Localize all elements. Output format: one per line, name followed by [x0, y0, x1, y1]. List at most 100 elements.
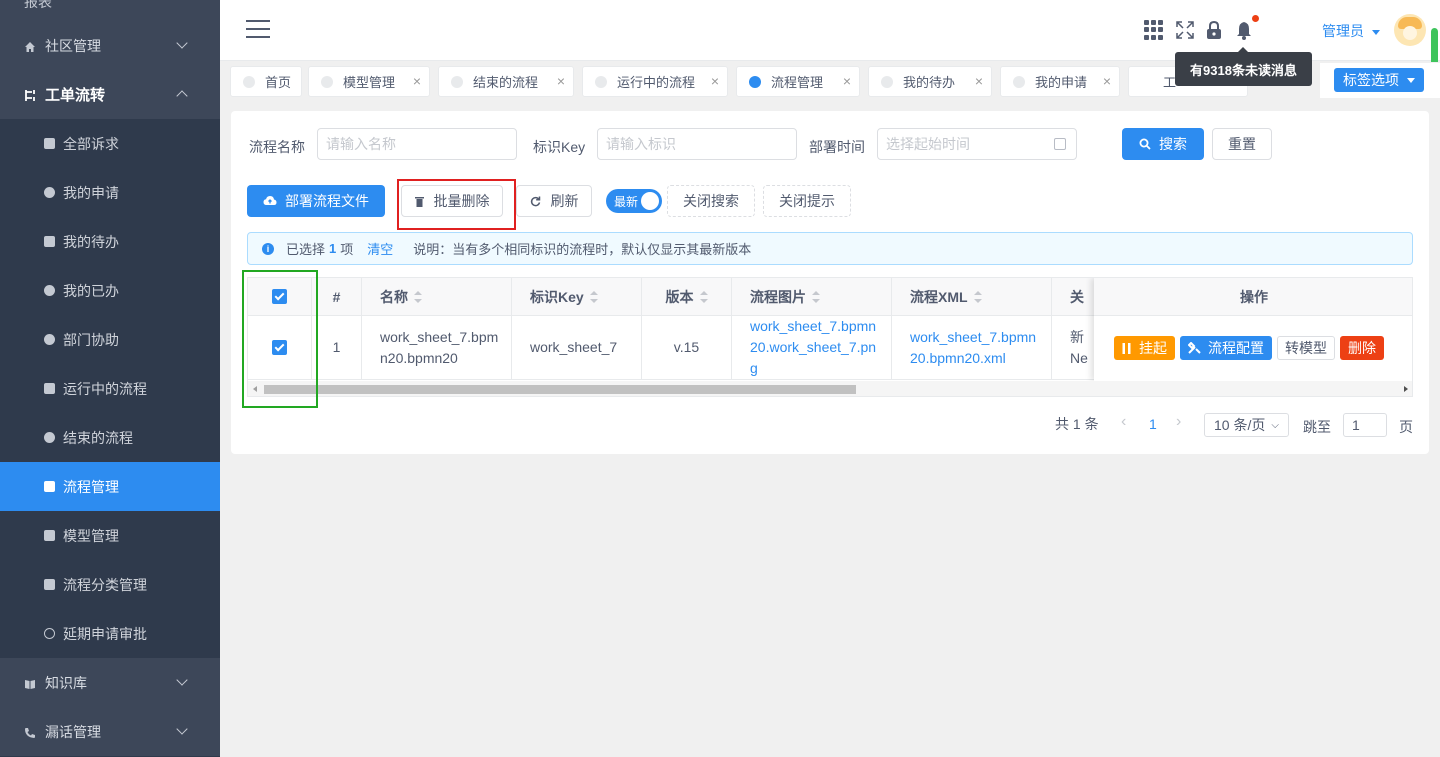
- sidebar-group-community[interactable]: 社区管理: [0, 21, 220, 70]
- reset-button[interactable]: 重置: [1212, 128, 1272, 160]
- close-search-label: 关闭搜索: [683, 193, 739, 209]
- sidebar-item-process-category[interactable]: 流程分类管理: [0, 560, 220, 609]
- prev-page-icon[interactable]: ‹: [1121, 413, 1126, 431]
- sort-icon[interactable]: [812, 290, 820, 303]
- lock-icon[interactable]: [1205, 20, 1225, 40]
- page-suffix: 页: [1399, 419, 1413, 435]
- sort-icon[interactable]: [973, 290, 982, 303]
- delete-button[interactable]: 删除: [1340, 336, 1384, 360]
- to-model-button[interactable]: 转模型: [1277, 336, 1335, 360]
- sidebar-group-label: 知识库: [45, 674, 87, 691]
- toggle-knob: [641, 192, 659, 210]
- horizontal-scrollbar[interactable]: [248, 381, 1412, 396]
- column-header-name[interactable]: 名称: [362, 278, 512, 316]
- deploy-file-button[interactable]: 部署流程文件: [247, 185, 385, 217]
- jump-page-input[interactable]: 1: [1343, 413, 1387, 437]
- key-input[interactable]: 请输入标识: [597, 128, 797, 160]
- close-icon[interactable]: ×: [843, 73, 851, 89]
- row-xml: work_sheet_7.bpmn20.bpmn20.xml: [892, 316, 1052, 380]
- tab-dot-icon: [1013, 75, 1025, 88]
- close-icon[interactable]: ×: [975, 73, 983, 89]
- tab-process-management[interactable]: 流程管理 ×: [736, 66, 860, 97]
- next-page-icon[interactable]: ›: [1176, 413, 1181, 431]
- tab-dot-icon: [595, 75, 607, 88]
- page-size-select[interactable]: 10 条/页 ⌵: [1204, 413, 1289, 437]
- gear-icon: [44, 432, 55, 443]
- sidebar-item-finished-process[interactable]: 结束的流程: [0, 413, 220, 462]
- close-icon[interactable]: ×: [413, 73, 421, 89]
- menu-toggle-icon[interactable]: [246, 20, 270, 38]
- sidebar-item-my-done[interactable]: 我的已办: [0, 266, 220, 315]
- page-number[interactable]: 1: [1149, 416, 1157, 432]
- tab-model-management[interactable]: 模型管理 ×: [308, 66, 430, 97]
- tab-home[interactable]: 首页: [230, 66, 302, 97]
- column-header-version[interactable]: 版本: [642, 278, 732, 316]
- scroll-right-icon[interactable]: [1404, 386, 1408, 392]
- process-name-input[interactable]: 请输入名称: [317, 128, 517, 160]
- tab-label: 结束的流程: [473, 75, 539, 90]
- tab-finished-process[interactable]: 结束的流程 ×: [438, 66, 574, 97]
- sidebar-group-label: 漏话管理: [45, 723, 101, 740]
- process-config-button[interactable]: 流程配置: [1180, 336, 1272, 360]
- jump-label: 跳至: [1303, 419, 1331, 435]
- column-label: 关: [1070, 288, 1084, 305]
- xml-link[interactable]: work_sheet_7.bpmn20.bpmn20.xml: [910, 327, 1041, 369]
- close-icon[interactable]: ×: [1103, 73, 1111, 89]
- refresh-icon: [530, 196, 540, 206]
- sidebar-group-workorder[interactable]: 工单流转: [0, 70, 220, 119]
- sidebar-item-label: 运行中的流程: [63, 380, 147, 397]
- suspend-button[interactable]: 挂起: [1114, 336, 1175, 360]
- tab-my-applications[interactable]: 我的申请 ×: [1000, 66, 1120, 97]
- sort-icon[interactable]: [699, 290, 708, 303]
- sidebar-group-missed-calls[interactable]: 漏话管理: [0, 707, 220, 756]
- sort-icon[interactable]: [589, 290, 598, 303]
- document-icon: [44, 138, 55, 149]
- home-icon: [24, 40, 36, 52]
- refresh-button[interactable]: 刷新: [516, 185, 592, 217]
- sidebar-item-my-applications[interactable]: 我的申请: [0, 168, 220, 217]
- tab-label: 我的待办: [903, 75, 956, 90]
- column-label: 版本: [665, 288, 694, 305]
- image-link[interactable]: work_sheet_7.bpmn20.work_sheet_7.png: [750, 316, 881, 379]
- bell-icon[interactable]: [1235, 20, 1255, 40]
- alert-note: 说明：当有多个相同标识的流程时，默认仅显示其最新版本: [413, 242, 752, 257]
- column-header-xml[interactable]: 流程XML: [892, 278, 1052, 316]
- clear-selection-link[interactable]: 清空: [367, 239, 393, 258]
- close-icon[interactable]: ×: [711, 73, 719, 89]
- sidebar-item-dept-assist[interactable]: 部门协助: [0, 315, 220, 364]
- tab-label: 运行中的流程: [617, 75, 696, 90]
- user-menu[interactable]: 管理员: [1322, 21, 1380, 41]
- column-label: 操作: [1240, 288, 1268, 305]
- apps-grid-icon[interactable]: [1144, 20, 1164, 40]
- close-tip-button[interactable]: 关闭提示: [763, 185, 851, 217]
- sort-icon[interactable]: [414, 290, 422, 303]
- close-icon[interactable]: ×: [557, 73, 565, 89]
- actions-column: 操作 挂起 流程配置 转模型 删除: [1094, 278, 1412, 381]
- sidebar-item-all-requests[interactable]: 全部诉求: [0, 119, 220, 168]
- close-search-button[interactable]: 关闭搜索: [667, 185, 755, 217]
- sidebar-item-running-process[interactable]: 运行中的流程: [0, 364, 220, 413]
- tab-dot-icon: [881, 75, 893, 88]
- tab-my-todo[interactable]: 我的待办 ×: [868, 66, 992, 97]
- selected-prefix: 已选择: [286, 242, 326, 257]
- highlight-box-red: [397, 179, 516, 230]
- sidebar-item-my-todo[interactable]: 我的待办: [0, 217, 220, 266]
- sidebar-item-process-management[interactable]: 流程管理: [0, 462, 220, 511]
- tab-options-dropdown[interactable]: 标签选项: [1334, 68, 1424, 92]
- latest-toggle[interactable]: 最新: [606, 189, 662, 213]
- column-header-key[interactable]: 标识Key: [512, 278, 642, 316]
- deploy-time-picker[interactable]: 选择起始时间: [877, 128, 1077, 160]
- sidebar-item-model-management[interactable]: 模型管理: [0, 511, 220, 560]
- sidebar-group-report[interactable]: 报表: [0, 0, 220, 21]
- scrollbar-thumb[interactable]: [264, 385, 856, 394]
- book-icon: [24, 677, 36, 689]
- column-header-image[interactable]: 流程图片: [732, 278, 892, 316]
- tab-dot-icon: [243, 75, 255, 88]
- tab-running-process[interactable]: 运行中的流程 ×: [582, 66, 728, 97]
- avatar[interactable]: [1394, 14, 1426, 46]
- sidebar-item-label: 模型管理: [63, 527, 119, 544]
- sidebar-item-extension-approval[interactable]: 延期申请审批: [0, 609, 220, 658]
- search-button[interactable]: 搜索: [1122, 128, 1204, 160]
- sidebar-group-knowledge[interactable]: 知识库: [0, 658, 220, 707]
- fullscreen-icon[interactable]: [1175, 20, 1195, 40]
